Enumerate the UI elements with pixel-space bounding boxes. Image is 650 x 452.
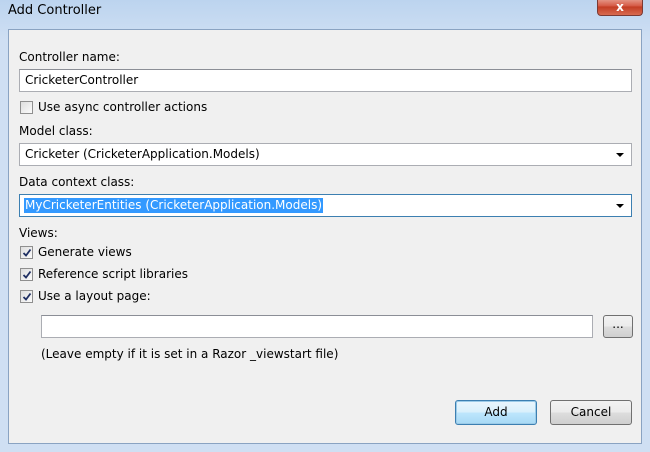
checkmark-icon: [22, 292, 32, 301]
async-label[interactable]: Use async controller actions: [38, 100, 207, 114]
async-checkbox[interactable]: [20, 101, 33, 114]
reference-scripts-label[interactable]: Reference script libraries: [38, 267, 188, 281]
model-class-label: Model class:: [19, 124, 93, 138]
controller-name-label: Controller name:: [19, 50, 120, 64]
add-controller-dialog: Add Controller x Controller name: Cricke…: [0, 0, 650, 452]
close-icon: x: [616, 0, 624, 14]
cancel-button[interactable]: Cancel: [550, 400, 632, 425]
dialog-body: Controller name: CricketerController Use…: [8, 29, 642, 444]
views-label: Views:: [19, 226, 58, 240]
add-button[interactable]: Add: [455, 400, 537, 425]
close-button[interactable]: x: [597, 0, 643, 16]
chevron-down-icon[interactable]: [612, 145, 628, 164]
layout-page-input[interactable]: [41, 315, 593, 338]
title-bar[interactable]: Add Controller x: [0, 0, 650, 24]
layout-page-checkbox[interactable]: [20, 290, 33, 303]
chevron-down-icon[interactable]: [612, 196, 628, 215]
layout-hint: (Leave empty if it is set in a Razor _vi…: [41, 347, 339, 361]
data-context-label: Data context class:: [19, 175, 135, 189]
model-class-value: Cricketer (CricketerApplication.Models): [25, 147, 260, 161]
checkmark-icon: [22, 248, 32, 257]
model-class-select[interactable]: Cricketer (CricketerApplication.Models): [19, 143, 632, 166]
generate-views-label[interactable]: Generate views: [38, 245, 132, 259]
dialog-title: Add Controller: [8, 3, 102, 18]
checkmark-icon: [22, 270, 32, 279]
data-context-value: MyCricketerEntities (CricketerApplicatio…: [24, 198, 324, 213]
data-context-select[interactable]: MyCricketerEntities (CricketerApplicatio…: [19, 194, 632, 217]
layout-page-label[interactable]: Use a layout page:: [38, 289, 151, 303]
controller-name-input[interactable]: CricketerController: [19, 69, 632, 92]
generate-views-checkbox[interactable]: [20, 246, 33, 259]
reference-scripts-checkbox[interactable]: [20, 268, 33, 281]
browse-button[interactable]: ...: [603, 315, 633, 338]
